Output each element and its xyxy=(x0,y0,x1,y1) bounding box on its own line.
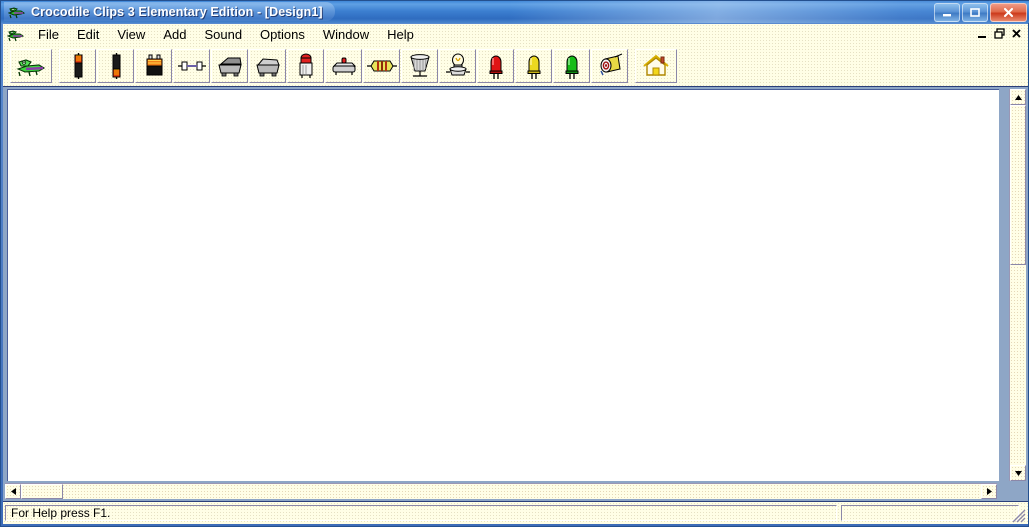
fuse-button[interactable] xyxy=(173,48,210,83)
menu-item-view[interactable]: View xyxy=(108,25,154,44)
battery-pack-icon xyxy=(146,54,162,75)
maximize-button[interactable] xyxy=(962,3,988,22)
mdi-restore-button[interactable] xyxy=(991,26,1007,41)
crocodile-tool-button[interactable] xyxy=(10,48,52,83)
window-title: Crocodile Clips 3 Elementary Edition - [… xyxy=(31,4,323,19)
resistor-button[interactable] xyxy=(363,48,400,83)
close-button[interactable] xyxy=(990,3,1027,22)
menu-item-file[interactable]: File xyxy=(29,25,68,44)
scroll-left-button[interactable] xyxy=(5,484,21,499)
document-area xyxy=(3,87,1028,502)
battery-cell-reversed-button[interactable] xyxy=(97,48,134,83)
status-message: For Help press F1. xyxy=(5,505,837,521)
mdi-minimize-button[interactable] xyxy=(974,26,990,41)
push-to-make-icon xyxy=(332,57,356,75)
push-switch-icon xyxy=(299,53,312,78)
led-red-icon xyxy=(489,55,502,79)
status-bar: For Help press F1. xyxy=(3,501,1028,524)
scroll-up-icon xyxy=(1014,94,1022,100)
horizontal-scrollbar[interactable] xyxy=(5,483,997,499)
menu-item-window[interactable]: Window xyxy=(314,25,378,44)
battery-pack-button[interactable] xyxy=(135,48,172,83)
mdi-restore-icon xyxy=(993,28,1005,39)
scroll-down-button[interactable] xyxy=(1010,465,1026,481)
design-canvas[interactable] xyxy=(7,89,999,481)
menu-item-help[interactable]: Help xyxy=(378,25,423,44)
lamp-button[interactable] xyxy=(439,48,476,83)
mdi-close-button[interactable] xyxy=(1008,26,1024,41)
battery-cell-reversed-icon xyxy=(112,52,120,79)
component-toolbar xyxy=(3,45,1028,87)
battery-cell-icon xyxy=(74,52,82,79)
application-window: Crocodile Clips 3 Elementary Edition - [… xyxy=(0,0,1029,527)
led-yellow-button[interactable] xyxy=(515,48,552,83)
scroll-right-button[interactable] xyxy=(981,484,997,499)
motor-icon xyxy=(599,53,622,75)
motor-button[interactable] xyxy=(591,48,628,83)
resistor-icon xyxy=(366,60,397,71)
led-green-icon xyxy=(565,55,578,79)
buzzer-button[interactable] xyxy=(401,48,438,83)
led-red-button[interactable] xyxy=(477,48,514,83)
menu-item-add[interactable]: Add xyxy=(154,25,195,44)
home-button[interactable] xyxy=(635,48,677,83)
scroll-left-icon xyxy=(10,488,16,495)
minimize-button[interactable] xyxy=(934,3,960,22)
crocodile-icon[interactable] xyxy=(7,27,24,42)
title-bar: Crocodile Clips 3 Elementary Edition - [… xyxy=(1,1,1029,23)
mdi-window-controls xyxy=(974,26,1024,41)
close-icon xyxy=(1003,7,1014,18)
vertical-scroll-thumb[interactable] xyxy=(1010,105,1026,265)
mdi-minimize-icon xyxy=(977,36,986,38)
minimize-icon xyxy=(943,13,951,16)
crocodile-icon xyxy=(8,7,25,19)
vertical-scrollbar[interactable] xyxy=(1009,89,1026,481)
lamp-icon xyxy=(445,53,470,75)
window-controls xyxy=(934,3,1027,22)
led-yellow-icon xyxy=(527,55,540,79)
switch-closed-button[interactable] xyxy=(249,48,286,83)
scroll-down-icon xyxy=(1014,470,1022,476)
push-switch-button[interactable] xyxy=(287,48,324,83)
crocodile-icon xyxy=(16,58,46,76)
maximize-icon xyxy=(970,8,980,17)
menu-bar: File Edit View Add Sound Options Window … xyxy=(3,24,1028,46)
horizontal-scroll-thumb[interactable] xyxy=(21,484,63,499)
led-green-button[interactable] xyxy=(553,48,590,83)
menu-item-sound[interactable]: Sound xyxy=(195,25,251,44)
switch-button[interactable] xyxy=(211,48,248,83)
scroll-right-icon xyxy=(986,488,992,495)
fuse-icon xyxy=(177,61,206,70)
home-icon xyxy=(643,54,669,76)
title-pill: Crocodile Clips 3 Elementary Edition - [… xyxy=(4,2,335,21)
menu-item-options[interactable]: Options xyxy=(251,25,314,44)
buzzer-icon xyxy=(409,53,430,77)
status-secondary-pane xyxy=(841,505,1019,521)
resize-grip-icon[interactable] xyxy=(1012,509,1026,523)
scroll-up-button[interactable] xyxy=(1010,89,1026,105)
push-to-make-button[interactable] xyxy=(325,48,362,83)
battery-cell-button[interactable] xyxy=(59,48,96,83)
window-frame: Crocodile Clips 3 Elementary Edition - [… xyxy=(0,0,1029,527)
switch-icon xyxy=(217,57,242,76)
mdi-close-icon xyxy=(1011,29,1021,38)
menu-item-edit[interactable]: Edit xyxy=(68,25,108,44)
switch-closed-icon xyxy=(255,57,280,76)
